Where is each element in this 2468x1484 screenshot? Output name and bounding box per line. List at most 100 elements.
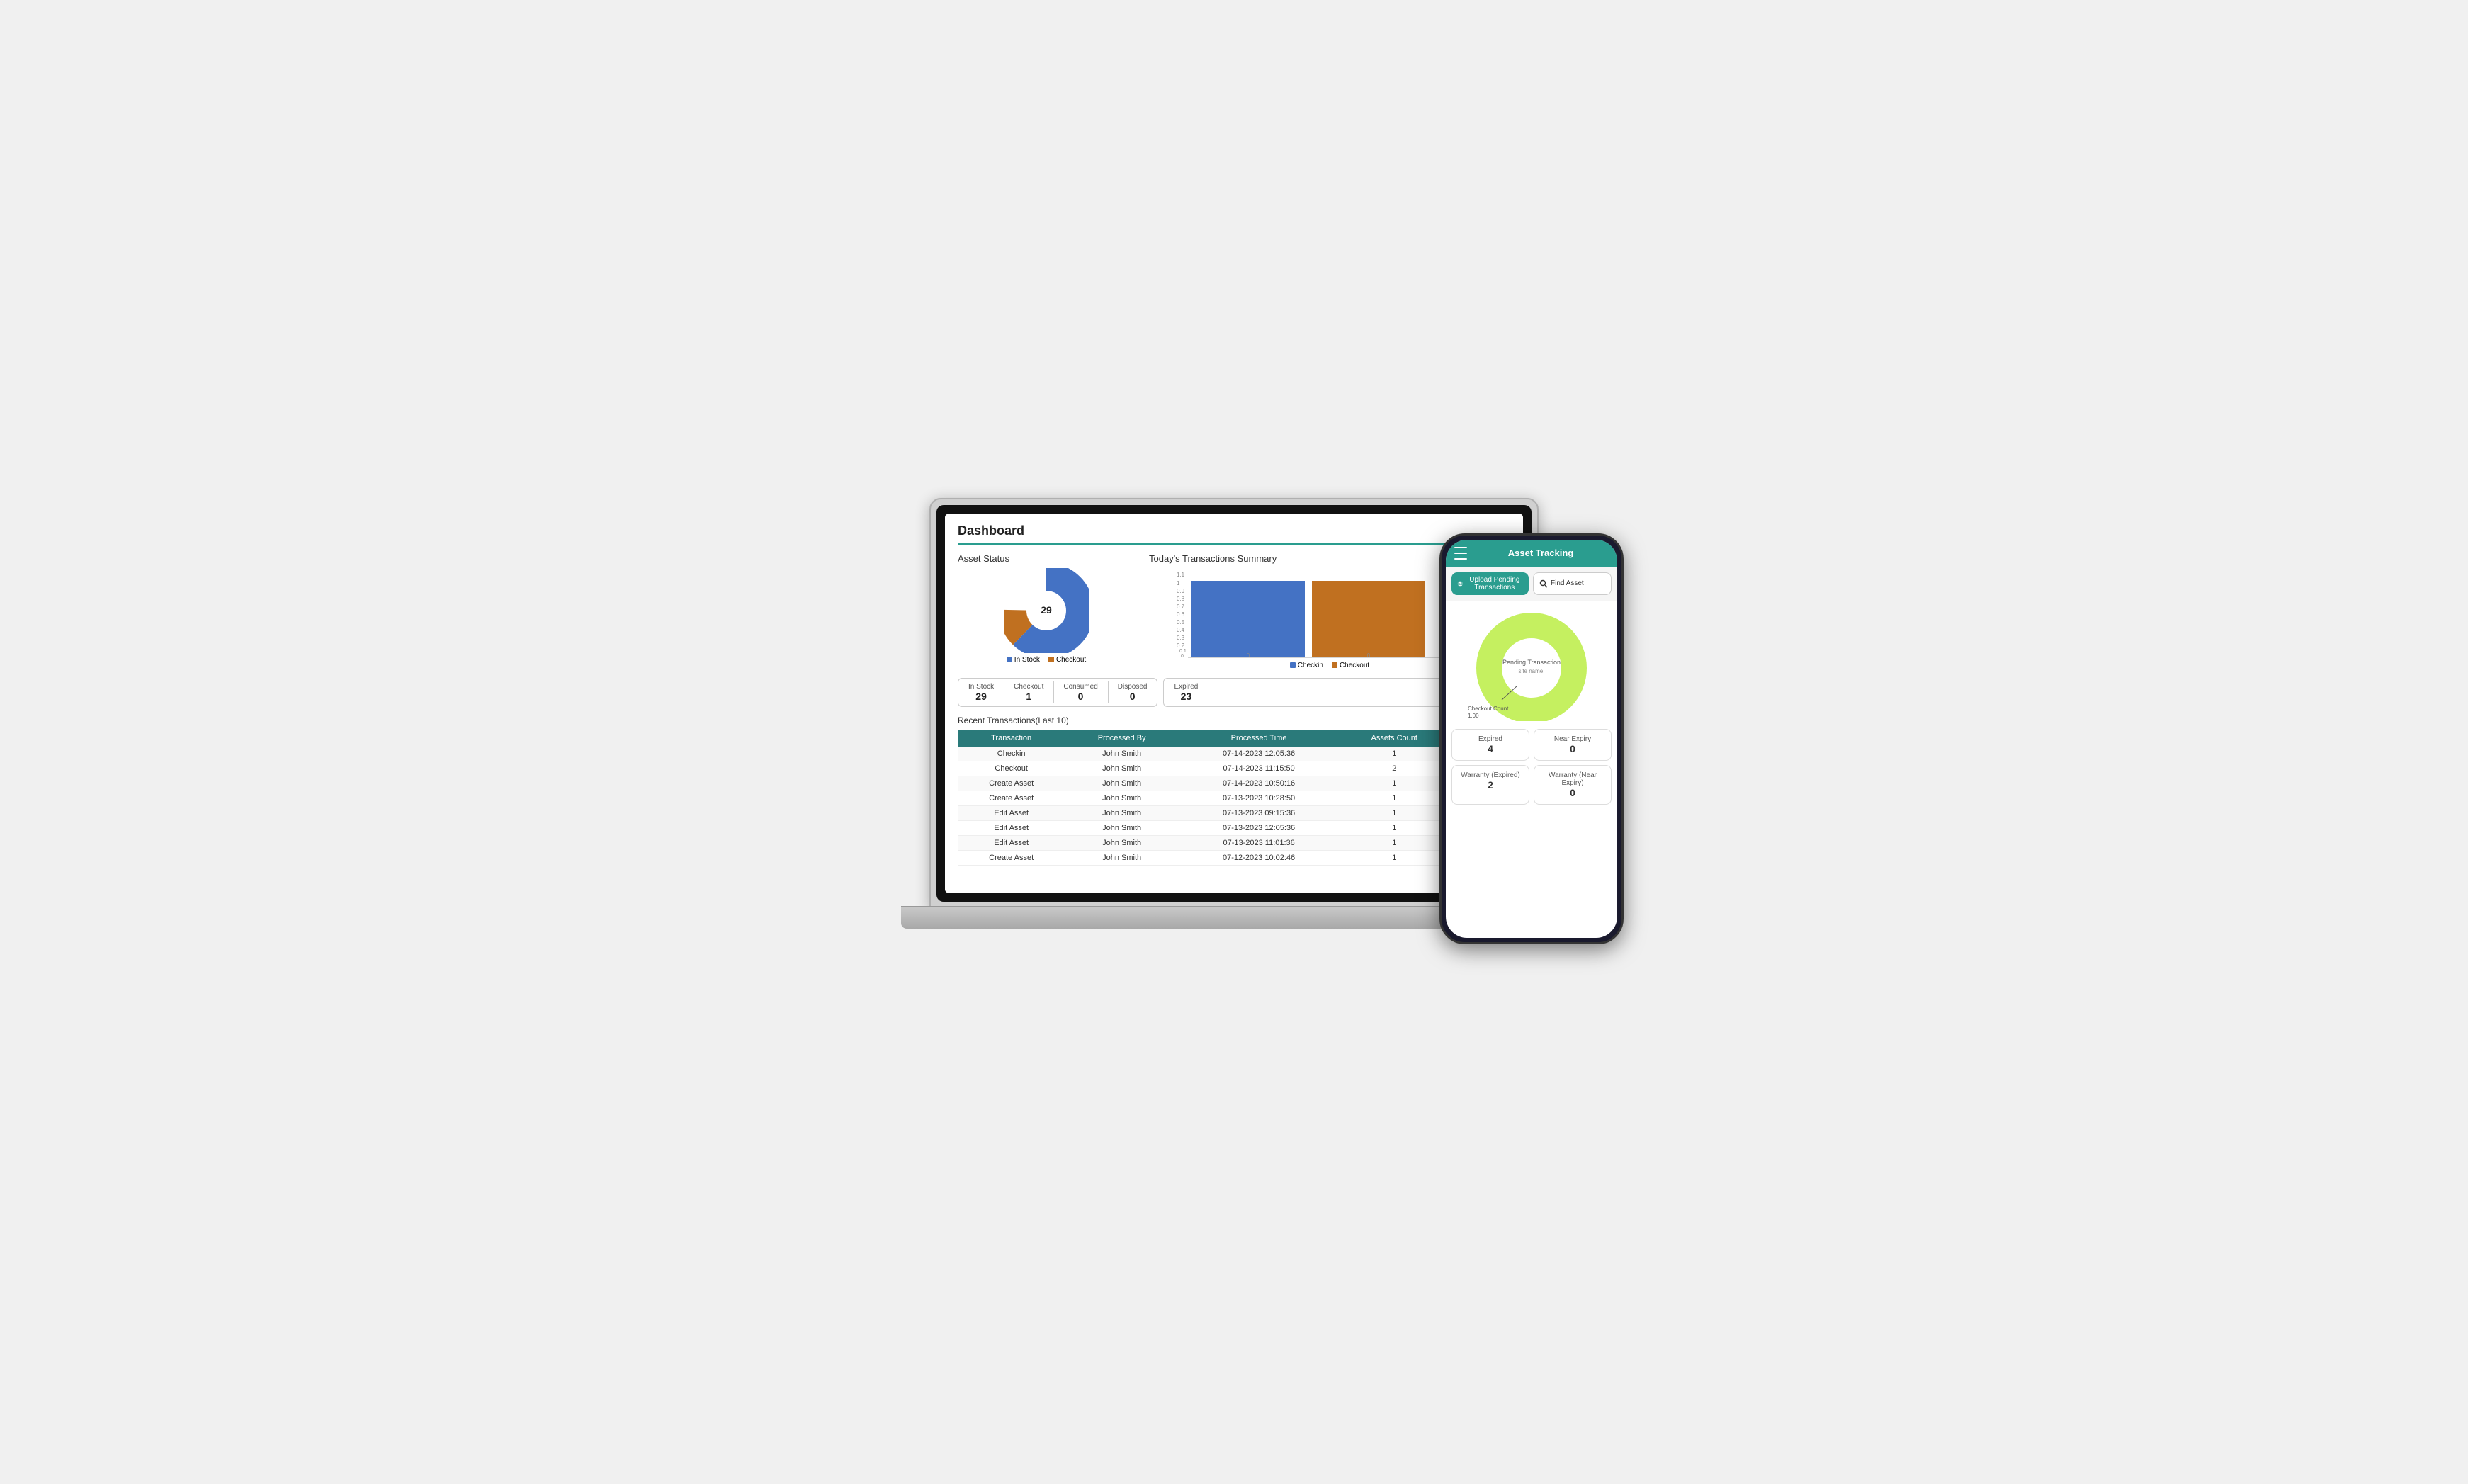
cell-assets-count: 1 <box>1339 820 1449 835</box>
charts-row: Asset Status 29 <box>945 553 1523 669</box>
mobile-stats-grid: Expired 4 Near Expiry 0 Warranty (Expire… <box>1446 725 1617 809</box>
cell-transaction: Edit Asset <box>958 805 1065 820</box>
table-header-row: Transaction Processed By Processed Time … <box>958 730 1510 747</box>
mobile-stat-warranty-near-expiry: Warranty (Near Expiry) 0 <box>1534 765 1612 805</box>
consumed-stat-label: Consumed <box>1063 683 1097 691</box>
laptop-screen: Dashboard Asset Status <box>945 514 1523 893</box>
col-processed-by: Processed By <box>1065 730 1179 747</box>
pie-legend: In Stock Checkout <box>958 656 1135 664</box>
asset-status-label: Asset Status <box>958 553 1135 564</box>
stat-group-left: In Stock 29 Checkout 1 Consumed 0 <box>958 678 1157 707</box>
col-assets-count: Assets Count <box>1339 730 1449 747</box>
donut-container: Pending Transaction site name: Checkout … <box>1446 601 1617 725</box>
bar-legend-checkout: Checkout <box>1332 662 1369 669</box>
svg-text:0: 0 <box>1247 652 1250 659</box>
checkout-label: Checkout <box>1056 656 1086 664</box>
teal-divider <box>958 543 1510 545</box>
mobile-warranty-expired-label: Warranty (Expired) <box>1458 771 1523 779</box>
mobile-warranty-near-expiry-value: 0 <box>1540 787 1605 798</box>
cell-processed-by: John Smith <box>1065 835 1179 850</box>
svg-text:0.2: 0.2 <box>1177 642 1185 649</box>
cell-processed-time: 07-13-2023 10:28:50 <box>1179 791 1339 805</box>
col-processed-time: Processed Time <box>1179 730 1339 747</box>
pie-chart: 29 <box>1004 568 1089 653</box>
cell-assets-count: 1 <box>1339 805 1449 820</box>
svg-text:0.5: 0.5 <box>1177 619 1185 625</box>
cell-processed-time: 07-13-2023 09:15:36 <box>1179 805 1339 820</box>
checkout-legend-dot <box>1332 662 1337 668</box>
dashboard: Dashboard Asset Status <box>945 514 1523 893</box>
svg-text:0.3: 0.3 <box>1177 635 1185 641</box>
table-body: Checkin John Smith 07-14-2023 12:05:36 1… <box>958 747 1510 866</box>
cell-processed-by: John Smith <box>1065 747 1179 761</box>
menu-line-3 <box>1454 558 1467 560</box>
table-row: Edit Asset John Smith 07-13-2023 12:05:3… <box>958 820 1510 835</box>
mobile-warranty-expired-value: 2 <box>1458 779 1523 791</box>
svg-text:0: 0 <box>1367 652 1371 659</box>
mobile-btn-row: Upload Pending Transactions Find Asset <box>1446 567 1617 601</box>
stats-row: In Stock 29 Checkout 1 Consumed 0 <box>945 678 1523 707</box>
cell-processed-time: 07-12-2023 10:02:46 <box>1179 850 1339 865</box>
in-stock-stat-label: In Stock <box>968 683 994 691</box>
disposed-stat-value: 0 <box>1118 691 1148 702</box>
expired-stat-label: Expired <box>1174 683 1198 691</box>
col-transaction: Transaction <box>958 730 1065 747</box>
svg-text:0.4: 0.4 <box>1177 627 1185 633</box>
stat-in-stock: In Stock 29 <box>958 679 1004 706</box>
checkout-stat-value: 1 <box>1014 691 1043 702</box>
table-row: Edit Asset John Smith 07-13-2023 09:15:3… <box>958 805 1510 820</box>
cell-transaction: Create Asset <box>958 776 1065 791</box>
svg-text:0.8: 0.8 <box>1177 596 1185 602</box>
mobile-warranty-near-expiry-label: Warranty (Near Expiry) <box>1540 771 1605 787</box>
cell-assets-count: 1 <box>1339 835 1449 850</box>
stat-expired: Expired 23 <box>1164 679 1208 706</box>
cell-processed-time: 07-14-2023 10:50:16 <box>1179 776 1339 791</box>
mobile-phone: Asset Tracking Upload Pending Transactio… <box>1439 533 1624 944</box>
cell-processed-by: John Smith <box>1065 761 1179 776</box>
cell-transaction: Edit Asset <box>958 835 1065 850</box>
mobile-stat-warranty-expired: Warranty (Expired) 2 <box>1451 765 1529 805</box>
mobile-stat-expired: Expired 4 <box>1451 729 1529 761</box>
transactions-table: Transaction Processed By Processed Time … <box>958 730 1510 866</box>
cell-assets-count: 1 <box>1339 791 1449 805</box>
legend-checkout: Checkout <box>1048 656 1086 664</box>
stat-checkout: Checkout 1 <box>1004 679 1053 706</box>
find-asset-label: Find Asset <box>1551 579 1584 587</box>
svg-text:0.1: 0.1 <box>1179 649 1187 654</box>
pie-center-label: 29 <box>1041 604 1052 616</box>
cell-assets-count: 1 <box>1339 776 1449 791</box>
menu-line-2 <box>1454 553 1467 554</box>
table-row: Create Asset John Smith 07-13-2023 10:28… <box>958 791 1510 805</box>
search-icon <box>1539 579 1548 588</box>
svg-text:1: 1 <box>1177 580 1180 587</box>
mobile-header: Asset Tracking <box>1446 540 1617 567</box>
cell-transaction: Checkin <box>958 747 1065 761</box>
find-asset-button[interactable]: Find Asset <box>1533 572 1612 595</box>
table-row: Checkin John Smith 07-14-2023 12:05:36 1 <box>958 747 1510 761</box>
donut-svg: Pending Transaction site name: Checkout … <box>1461 608 1602 721</box>
checkin-label: Checkin <box>1298 662 1323 669</box>
dashboard-title: Dashboard <box>945 514 1523 543</box>
cell-processed-by: John Smith <box>1065 791 1179 805</box>
stat-disposed: Disposed 0 <box>1108 679 1157 706</box>
mobile-near-expiry-label: Near Expiry <box>1540 735 1605 743</box>
svg-text:0.6: 0.6 <box>1177 611 1185 618</box>
upload-pending-button[interactable]: Upload Pending Transactions <box>1451 572 1529 595</box>
svg-text:Pending Transaction: Pending Transaction <box>1502 659 1561 666</box>
cell-processed-time: 07-14-2023 12:05:36 <box>1179 747 1339 761</box>
cell-processed-time: 07-13-2023 12:05:36 <box>1179 820 1339 835</box>
svg-text:0.7: 0.7 <box>1177 604 1185 610</box>
checkout-dot <box>1048 657 1054 662</box>
mobile-expired-value: 4 <box>1458 743 1523 754</box>
table-section: Recent Transactions(Last 10) Transaction… <box>945 715 1523 866</box>
svg-text:1.00: 1.00 <box>1468 713 1479 719</box>
cell-transaction: Checkout <box>958 761 1065 776</box>
checkin-dot <box>1290 662 1296 668</box>
table-row: Checkout John Smith 07-14-2023 11:15:50 … <box>958 761 1510 776</box>
in-stock-dot <box>1007 657 1012 662</box>
cell-transaction: Edit Asset <box>958 820 1065 835</box>
expired-stat-value: 23 <box>1174 691 1198 702</box>
hamburger-icon[interactable] <box>1454 547 1467 560</box>
cell-processed-by: John Smith <box>1065 850 1179 865</box>
menu-line-1 <box>1454 547 1467 548</box>
